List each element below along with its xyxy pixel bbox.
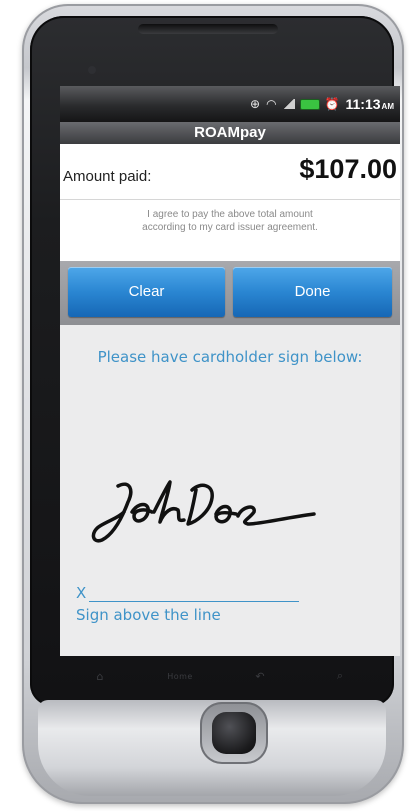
sign-underline bbox=[89, 601, 299, 602]
front-camera bbox=[88, 66, 96, 74]
phone-screen: ⊕ ◠ ⏰ 11:13AM ROAMpay Amount paid: $107.… bbox=[60, 86, 400, 656]
gps-icon: ⊕ bbox=[250, 97, 261, 111]
wifi-icon: ◠ bbox=[266, 97, 277, 111]
optical-trackpad[interactable] bbox=[212, 712, 256, 754]
home-icon[interactable]: ⌂ bbox=[75, 670, 125, 683]
capacitive-keys: ⌂ Home ↶ ⌕ bbox=[60, 660, 380, 692]
done-button[interactable]: Done bbox=[233, 267, 392, 317]
agreement-text: I agree to pay the above total amount ac… bbox=[90, 208, 370, 234]
clear-button[interactable]: Clear bbox=[68, 267, 225, 317]
agreement-line-2: according to my card issuer agreement. bbox=[142, 222, 318, 233]
sign-prompt: Please have cardholder sign below: bbox=[97, 348, 363, 366]
alarm-icon: ⏰ bbox=[324, 97, 340, 111]
sign-caption: Sign above the line bbox=[76, 606, 221, 624]
back-icon[interactable]: ↶ bbox=[235, 670, 285, 683]
amount-row: Amount paid: $107.00 bbox=[60, 144, 400, 200]
amount-panel: Amount paid: $107.00 I agree to pay the … bbox=[60, 144, 400, 261]
agreement-line-1: I agree to pay the above total amount bbox=[147, 209, 313, 220]
app-title: ROAMpay bbox=[60, 122, 400, 144]
signature-line: X bbox=[76, 584, 299, 602]
action-button-bar: Clear Done bbox=[60, 261, 400, 325]
sign-x-mark: X bbox=[76, 584, 87, 602]
status-clock: 11:13AM bbox=[345, 96, 395, 112]
search-icon[interactable]: ⌕ bbox=[315, 669, 365, 683]
battery-icon bbox=[300, 99, 319, 109]
signature-pad[interactable] bbox=[88, 472, 328, 548]
signal-icon bbox=[282, 99, 295, 109]
signature-stroke bbox=[91, 480, 316, 543]
status-bar: ⊕ ◠ ⏰ 11:13AM bbox=[60, 86, 400, 122]
menu-key[interactable]: Home bbox=[155, 672, 205, 681]
amount-label: Amount paid: bbox=[63, 168, 152, 185]
earpiece-speaker bbox=[138, 24, 278, 34]
amount-value: $107.00 bbox=[299, 154, 397, 184]
